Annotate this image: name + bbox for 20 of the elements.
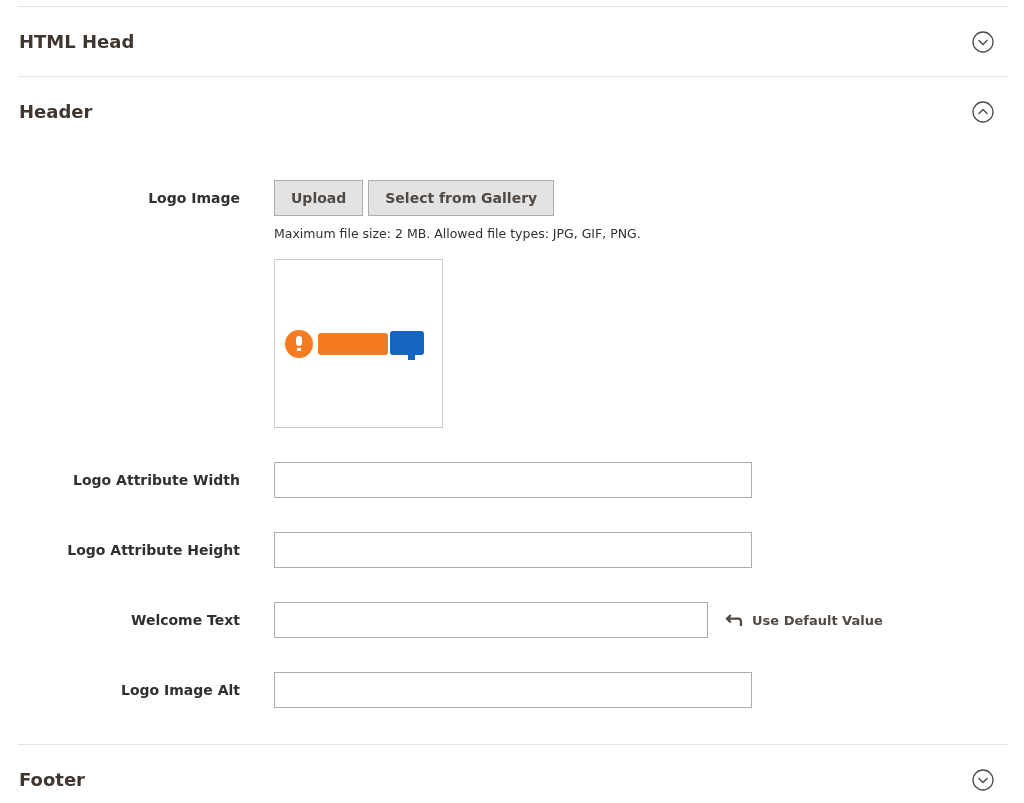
collapse-toggle-icon[interactable]	[972, 30, 994, 53]
section-title[interactable]: Header	[19, 101, 93, 122]
undo-icon	[724, 613, 743, 627]
field-label: Logo Image	[147, 189, 241, 208]
field-label: Logo Attribute Height	[66, 541, 241, 560]
collapse-toggle-icon[interactable]	[972, 768, 994, 791]
upload-button[interactable]: Select from Gallery	[368, 180, 555, 216]
field-label: Logo Attribute Width	[72, 471, 241, 490]
text-field[interactable]	[274, 532, 752, 568]
text-field[interactable]	[274, 462, 752, 498]
upload-button[interactable]: Upload	[274, 180, 364, 216]
field-label: Logo Image Alt	[120, 681, 241, 700]
file-note: Maximum file size: 2 MB. Allowed file types: JPG, GIF, PNG.	[274, 226, 641, 241]
section-title[interactable]: Footer	[19, 769, 85, 790]
field-label: Welcome Text	[129, 611, 241, 630]
use-default-link[interactable]: Use Default Value	[724, 612, 883, 628]
collapse-toggle-icon[interactable]	[972, 100, 994, 123]
text-field[interactable]	[274, 672, 752, 708]
section-title[interactable]: HTML Head	[19, 31, 135, 52]
text-field[interactable]	[274, 602, 708, 638]
